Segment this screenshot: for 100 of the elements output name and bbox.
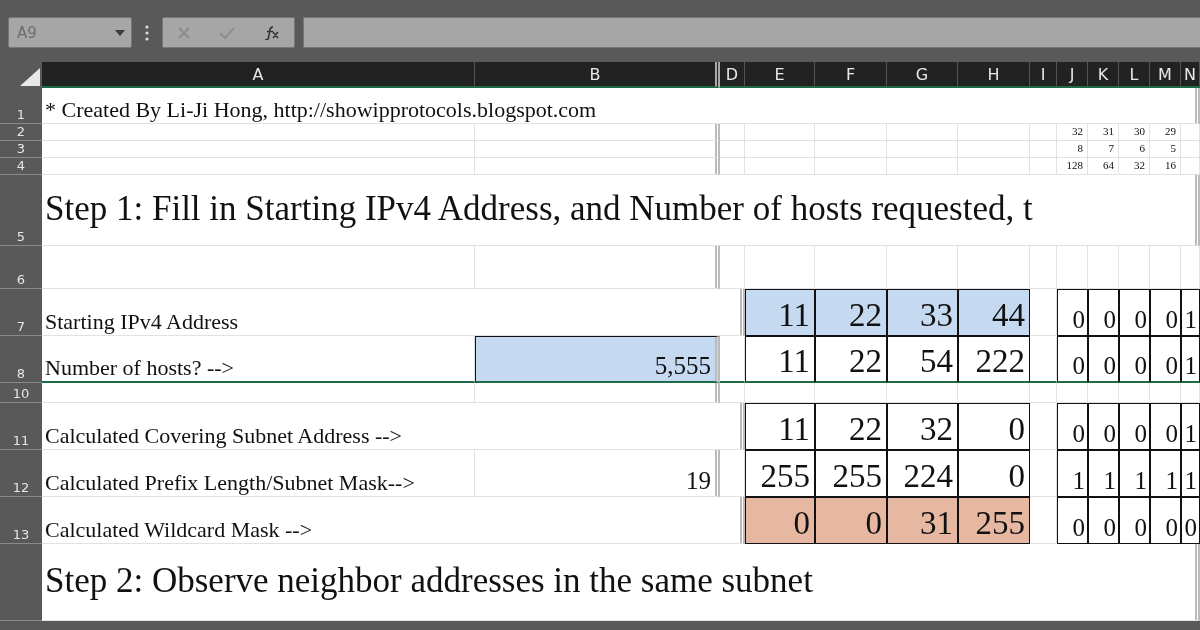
empty-cell bbox=[720, 246, 745, 289]
table-cell: 11 bbox=[745, 403, 815, 450]
column-header[interactable]: F bbox=[815, 62, 887, 88]
table-cell: 0 bbox=[1088, 497, 1119, 544]
empty-cell bbox=[887, 124, 958, 141]
empty-cell bbox=[1030, 141, 1057, 158]
empty-cell bbox=[720, 383, 745, 403]
row-header[interactable]: 11 bbox=[0, 403, 42, 450]
empty-cell bbox=[1181, 141, 1200, 158]
table-cell: 32 bbox=[1119, 158, 1150, 175]
table-cell: 1 bbox=[1181, 289, 1200, 336]
table-cell: 0 bbox=[1119, 497, 1150, 544]
table-cell: 22 bbox=[815, 336, 887, 383]
table-cell: 0 bbox=[1150, 497, 1181, 544]
table-cell: 64 bbox=[1088, 158, 1119, 175]
table-cell: 0 bbox=[958, 403, 1030, 450]
column-header[interactable]: M bbox=[1150, 62, 1181, 88]
table-cell: 0 bbox=[1057, 336, 1088, 383]
table-cell: 0 bbox=[958, 450, 1030, 497]
table-cell: 16 bbox=[1150, 158, 1181, 175]
empty-cell bbox=[1119, 246, 1150, 289]
section-heading: Step 2: Observe neighbor addresses in the same subnet bbox=[42, 544, 1200, 621]
empty-cell bbox=[887, 158, 958, 175]
empty-cell bbox=[1030, 497, 1057, 544]
row-header[interactable]: 12 bbox=[0, 450, 42, 497]
table-cell: 0 bbox=[1119, 289, 1150, 336]
column-header[interactable]: H bbox=[958, 62, 1030, 88]
more-options-icon[interactable] bbox=[145, 24, 149, 41]
row-header[interactable]: 1 bbox=[0, 88, 42, 124]
table-cell: 0 bbox=[1088, 403, 1119, 450]
insert-function-icon[interactable] bbox=[263, 25, 280, 40]
empty-cell bbox=[1181, 158, 1200, 175]
table-cell: 31 bbox=[887, 497, 958, 544]
column-header[interactable]: L bbox=[1119, 62, 1150, 88]
empty-cell bbox=[815, 383, 887, 403]
empty-cell bbox=[887, 383, 958, 403]
table-cell: 11 bbox=[745, 336, 815, 383]
empty-cell bbox=[720, 158, 745, 175]
table-cell: 22 bbox=[815, 403, 887, 450]
empty-cell bbox=[720, 124, 745, 141]
table-cell: 33 bbox=[887, 289, 958, 336]
column-header[interactable]: D bbox=[720, 62, 745, 88]
column-header[interactable]: K bbox=[1088, 62, 1119, 88]
table-cell: * Created By Li-Ji Hong, http://showipprotocols.blogspot.com bbox=[42, 88, 1200, 124]
table-cell: Calculated Prefix Length/Subnet Mask--> bbox=[42, 450, 475, 497]
column-header[interactable]: B bbox=[475, 62, 720, 88]
empty-cell bbox=[815, 158, 887, 175]
dropdown-caret-icon[interactable] bbox=[115, 29, 125, 36]
table-cell: 5,555 bbox=[475, 336, 720, 383]
empty-cell bbox=[958, 141, 1030, 158]
row-header[interactable]: 6 bbox=[0, 246, 42, 289]
empty-cell bbox=[1088, 383, 1119, 403]
row-header[interactable]: 7 bbox=[0, 289, 42, 336]
empty-cell bbox=[1030, 450, 1057, 497]
empty-cell bbox=[745, 383, 815, 403]
empty-cell bbox=[815, 141, 887, 158]
row-header[interactable]: 2 bbox=[0, 124, 42, 141]
row-header[interactable]: 3 bbox=[0, 141, 42, 158]
empty-cell bbox=[1150, 246, 1181, 289]
column-header[interactable]: A bbox=[42, 62, 475, 88]
row-header[interactable]: 13 bbox=[0, 497, 42, 544]
table-cell: Calculated Covering Subnet Address --> bbox=[42, 403, 745, 450]
table-cell: 29 bbox=[1150, 124, 1181, 141]
table-cell: 32 bbox=[887, 403, 958, 450]
table-cell: 0 bbox=[1150, 403, 1181, 450]
empty-cell bbox=[745, 141, 815, 158]
table-cell: 0 bbox=[1057, 403, 1088, 450]
empty-cell bbox=[958, 158, 1030, 175]
column-header[interactable]: I bbox=[1030, 62, 1057, 88]
cell-reference: A9 bbox=[17, 23, 37, 42]
table-cell: 0 bbox=[1150, 289, 1181, 336]
table-cell: 128 bbox=[1057, 158, 1088, 175]
checkmark-icon[interactable] bbox=[219, 25, 236, 40]
empty-cell bbox=[720, 450, 745, 497]
empty-cell bbox=[815, 124, 887, 141]
table-cell: 5 bbox=[1150, 141, 1181, 158]
empty-cell bbox=[958, 124, 1030, 141]
table-cell: 1 bbox=[1181, 403, 1200, 450]
table-cell: 0 bbox=[1119, 403, 1150, 450]
column-header[interactable]: J bbox=[1057, 62, 1088, 88]
empty-cell bbox=[1030, 246, 1057, 289]
table-cell: 30 bbox=[1119, 124, 1150, 141]
table-cell: 32 bbox=[1057, 124, 1088, 141]
row-header[interactable]: 4 bbox=[0, 158, 42, 175]
row-header[interactable]: 8 bbox=[0, 336, 42, 383]
empty-cell bbox=[745, 124, 815, 141]
formula-input[interactable] bbox=[303, 17, 1200, 48]
column-header[interactable]: G bbox=[887, 62, 958, 88]
table-cell: 1 bbox=[1181, 450, 1200, 497]
column-header[interactable]: E bbox=[745, 62, 815, 88]
column-header[interactable]: N bbox=[1181, 62, 1200, 88]
table-cell: 1 bbox=[1181, 336, 1200, 383]
empty-cell bbox=[958, 383, 1030, 403]
row-header[interactable]: 5 bbox=[0, 175, 42, 246]
table-cell: 255 bbox=[745, 450, 815, 497]
empty-cell bbox=[1057, 246, 1088, 289]
select-all-icon[interactable] bbox=[20, 68, 40, 86]
row-header[interactable]: 10 bbox=[0, 383, 42, 403]
table-cell: 0 bbox=[1057, 497, 1088, 544]
section-heading: Step 1: Fill in Starting IPv4 Address, and Number of hosts requested, t bbox=[42, 175, 1200, 246]
